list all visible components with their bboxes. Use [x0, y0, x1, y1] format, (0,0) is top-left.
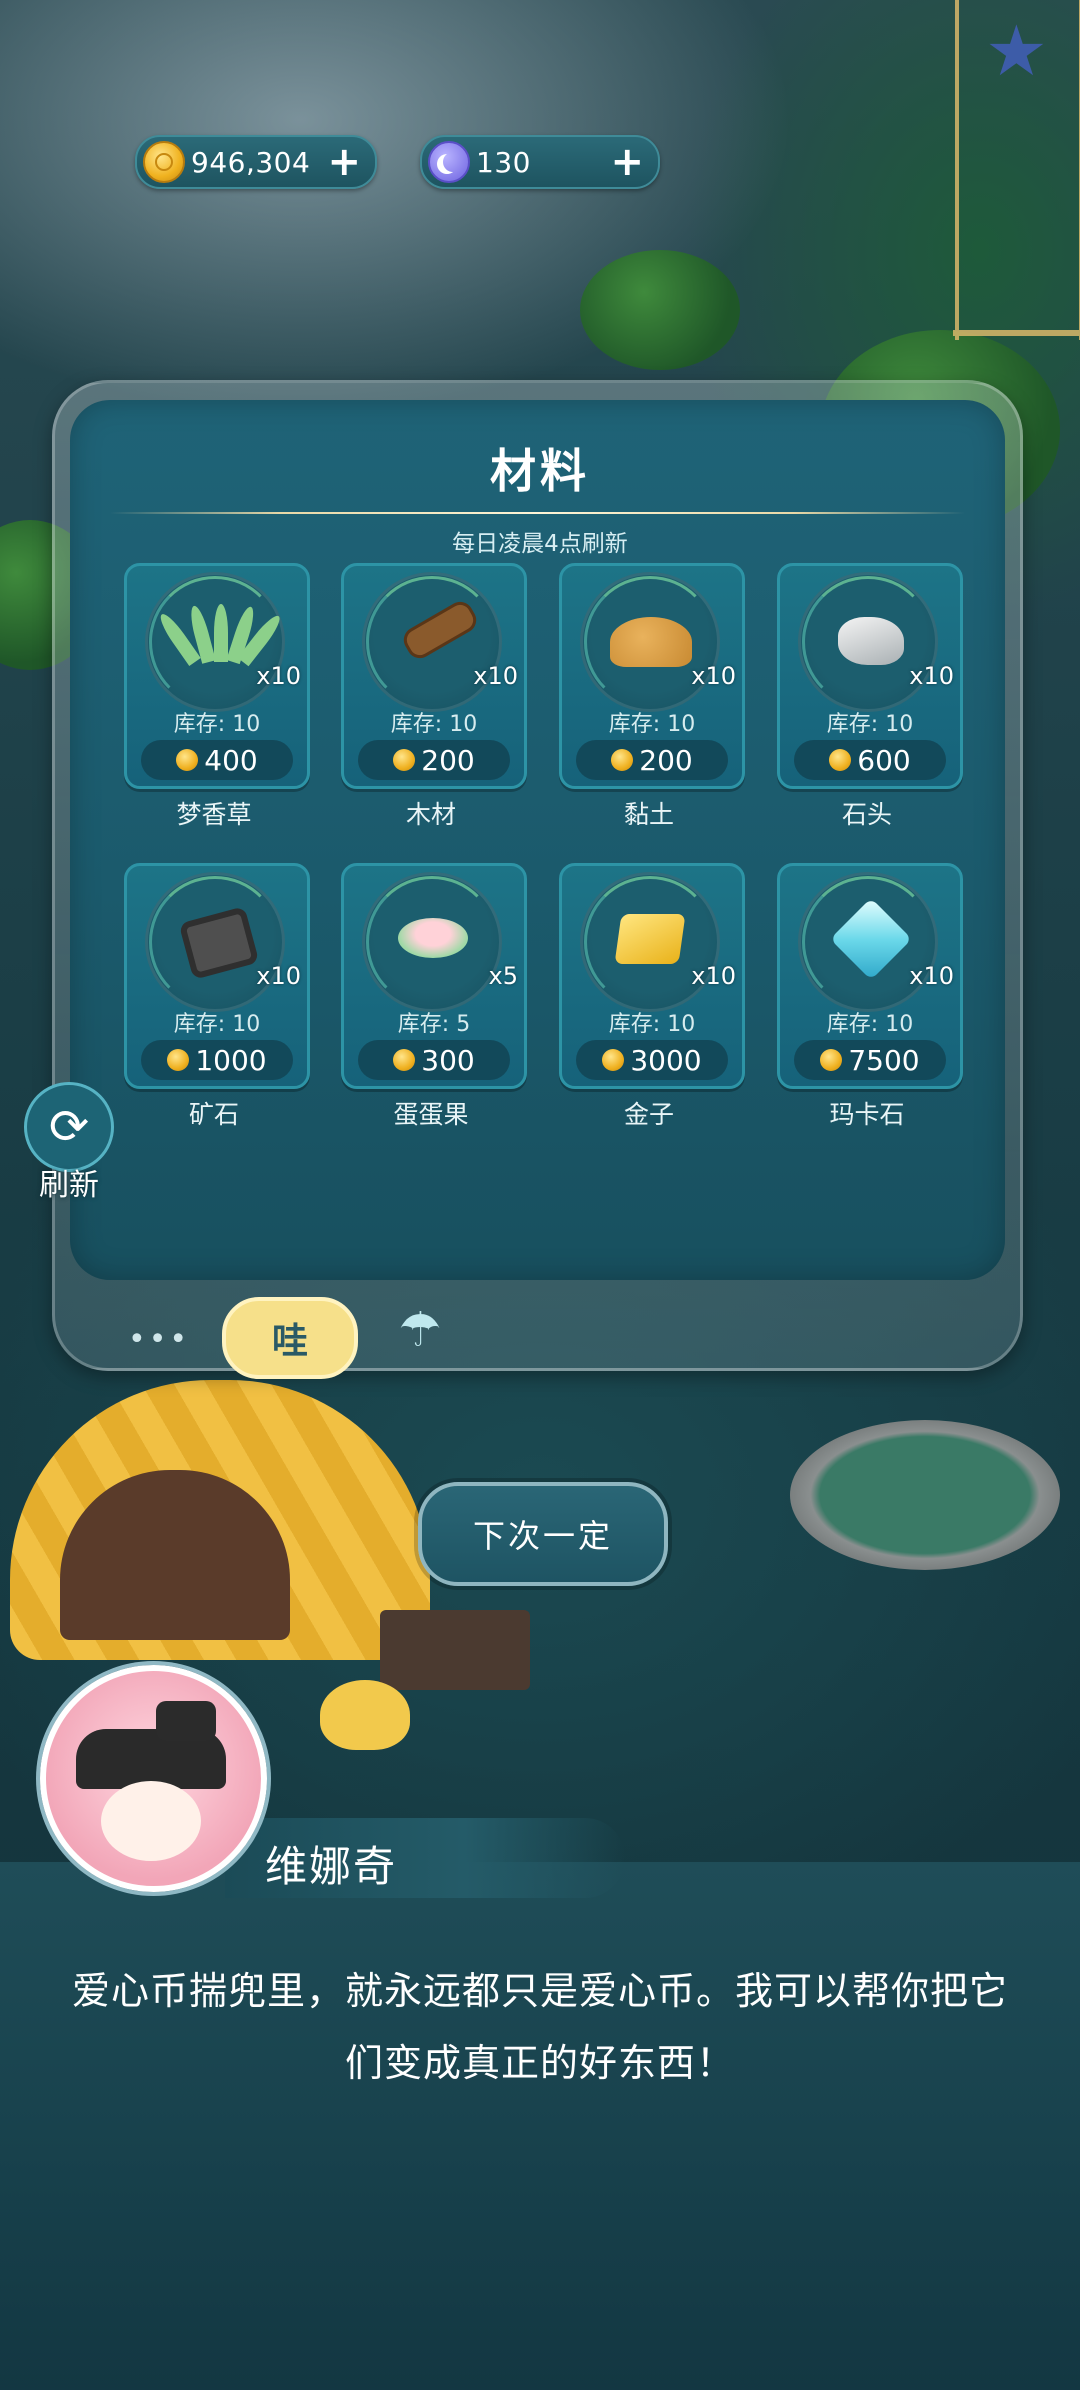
- item-price: 7500: [794, 1040, 946, 1080]
- shop-item-card[interactable]: x10 库存: 10 3000: [559, 863, 745, 1089]
- item-quantity: x10: [909, 662, 954, 690]
- price-value: 1000: [195, 1043, 267, 1077]
- moon-balance: 130 +: [420, 135, 660, 189]
- item-name: 石头: [841, 800, 892, 829]
- item-quantity: x10: [691, 662, 736, 690]
- item-stock: 库存: 10: [826, 1012, 914, 1037]
- price-value: 300: [421, 1043, 475, 1077]
- shop-item-card[interactable]: x10 库存: 10 200: [341, 563, 527, 789]
- item-quantity: x10: [256, 962, 301, 990]
- add-moons-button[interactable]: +: [610, 142, 644, 182]
- item-bubble: [580, 572, 720, 712]
- dialog-text: 爱心币揣兜里，就永远都只是爱心币。我可以帮你把它们变成真正的好东西！: [71, 1969, 1008, 2085]
- item-quantity: x5: [488, 962, 518, 990]
- item-stock: 库存: 10: [173, 712, 261, 737]
- refresh-note: 每日凌晨4点刷新: [452, 531, 628, 557]
- grass-icon: [155, 602, 285, 667]
- egg-fruit-icon: [398, 918, 468, 958]
- moon-value: 130: [476, 145, 531, 179]
- price-value: 200: [421, 743, 475, 777]
- item-name: 金子: [623, 1100, 674, 1129]
- item-stock: 库存: 10: [390, 712, 478, 737]
- coin-value: 946,304: [191, 145, 311, 179]
- shop-item-card[interactable]: x5 库存: 5 300: [341, 863, 527, 1089]
- panel-title: 材料: [490, 444, 590, 498]
- shop-item-card[interactable]: x10 库存: 10 600: [777, 563, 963, 789]
- coin-icon: [611, 749, 634, 771]
- coin-balance: 946,304 +: [135, 135, 377, 189]
- item-price: 200: [358, 740, 510, 780]
- item-stock: 库存: 5: [397, 1012, 471, 1037]
- item-price: 400: [141, 740, 293, 780]
- item-bubble: [362, 872, 502, 1012]
- item-price: 600: [794, 740, 946, 780]
- coin-icon: [602, 1049, 625, 1071]
- item-name: 蛋蛋果: [393, 1100, 469, 1129]
- item-quantity: x10: [256, 662, 301, 690]
- star-decoration-icon: ★: [985, 10, 1048, 92]
- tree: [580, 250, 740, 370]
- item-bubble: [145, 572, 285, 712]
- dialog-box[interactable]: [0, 1862, 1080, 2390]
- coin-icon: [143, 141, 185, 183]
- item-price: 200: [576, 740, 728, 780]
- duck-decoration: [320, 1680, 410, 1750]
- item-name: 梦香草: [176, 800, 252, 829]
- umbrella-tab-icon[interactable]: ☂: [390, 1300, 450, 1360]
- next-time-button[interactable]: 下次一定: [418, 1482, 668, 1586]
- item-bubble: [798, 572, 938, 712]
- coin-icon: [393, 749, 416, 771]
- item-quantity: x10: [909, 962, 954, 990]
- title-divider: [110, 512, 965, 514]
- shop-item-card[interactable]: x10 库存: 10 400: [124, 563, 310, 789]
- item-bubble: [798, 872, 938, 1012]
- item-quantity: x10: [691, 962, 736, 990]
- stone-icon: [838, 617, 904, 665]
- item-bubble: [145, 872, 285, 1012]
- tab-shop-active[interactable]: 哇: [222, 1297, 358, 1379]
- moon-icon: [428, 141, 470, 183]
- price-value: 200: [639, 743, 693, 777]
- item-quantity: x10: [473, 662, 518, 690]
- item-price: 1000: [141, 1040, 293, 1080]
- item-name: 黏土: [623, 800, 674, 829]
- coin-icon: [829, 749, 852, 771]
- more-tabs-icon[interactable]: •••: [128, 1322, 190, 1357]
- item-price: 3000: [576, 1040, 728, 1080]
- add-coins-button[interactable]: +: [327, 142, 361, 182]
- coin-icon: [393, 1049, 416, 1071]
- price-value: 600: [857, 743, 911, 777]
- shop-item-card[interactable]: x10 库存: 10 7500: [777, 863, 963, 1089]
- price-value: 3000: [630, 1043, 702, 1077]
- refresh-button[interactable]: ⟳: [24, 1082, 114, 1172]
- refresh-label[interactable]: 刷新: [24, 1160, 114, 1204]
- item-name: 玛卡石: [829, 1100, 905, 1129]
- refresh-icon: ⟳: [48, 1099, 90, 1155]
- speaker-avatar: [40, 1665, 267, 1892]
- pond: [790, 1420, 1060, 1570]
- item-stock: 库存: 10: [608, 1012, 696, 1037]
- shop-item-card[interactable]: x10 库存: 10 1000: [124, 863, 310, 1089]
- speaker-name: 维娜奇: [265, 1842, 398, 1891]
- item-bubble: [362, 572, 502, 712]
- coin-icon: [167, 1049, 190, 1071]
- item-stock: 库存: 10: [826, 712, 914, 737]
- item-price: 300: [358, 1040, 510, 1080]
- coin-icon: [176, 749, 199, 771]
- item-bubble: [580, 872, 720, 1012]
- price-value: 400: [204, 743, 258, 777]
- clay-icon: [610, 617, 692, 667]
- item-stock: 库存: 10: [173, 1012, 261, 1037]
- coin-icon: [820, 1049, 843, 1071]
- item-stock: 库存: 10: [608, 712, 696, 737]
- price-value: 7500: [848, 1043, 920, 1077]
- item-name: 矿石: [188, 1100, 239, 1129]
- shop-item-card[interactable]: x10 库存: 10 200: [559, 563, 745, 789]
- item-name: 木材: [405, 800, 456, 829]
- gold-icon: [614, 914, 686, 964]
- cart: [380, 1610, 530, 1690]
